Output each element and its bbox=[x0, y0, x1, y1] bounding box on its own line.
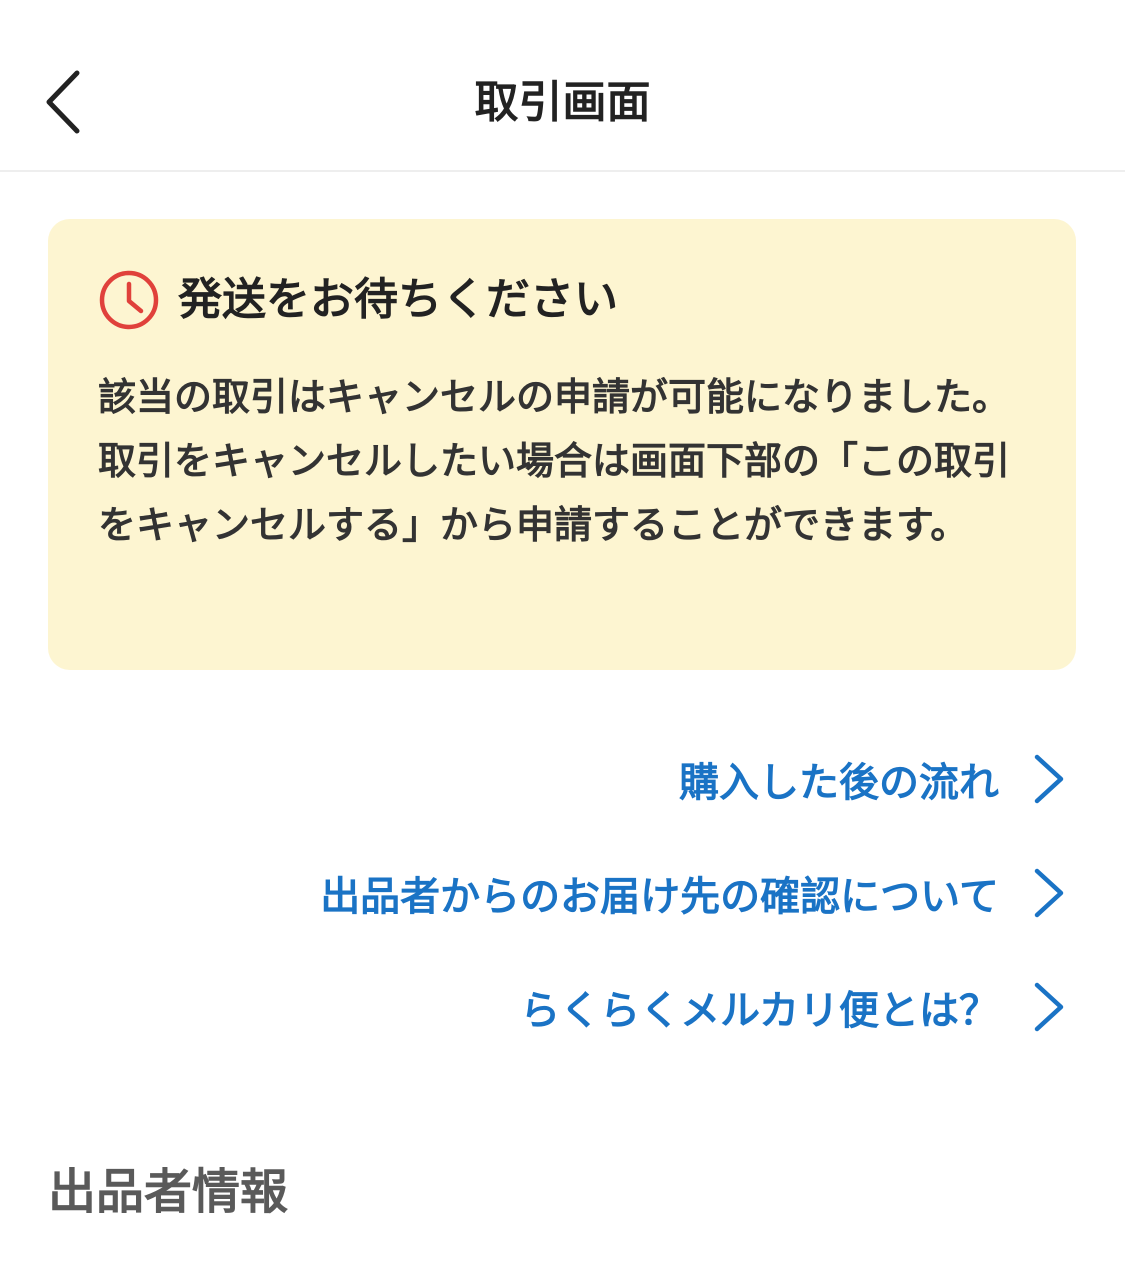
page-title: 取引画面 bbox=[474, 77, 651, 128]
seller-info-heading: 出品者情報 bbox=[48, 1164, 289, 1220]
link-label: 購入した後の流れ bbox=[679, 760, 999, 806]
link-delivery-address-confirmation[interactable]: 出品者からのお届け先の確認について bbox=[67, 836, 1067, 950]
notice-message: 該当の取引はキャンセルの申請が可能になりました。取引をキャンセルしたい場合は画面… bbox=[98, 375, 1011, 547]
chevron-right-icon bbox=[1034, 754, 1064, 804]
chevron-right-icon bbox=[1034, 982, 1064, 1032]
notice-title: 発送をお待ちください bbox=[178, 274, 618, 325]
chevron-right-icon bbox=[1034, 868, 1064, 918]
link-rakuraku-mercari-bin[interactable]: らくらくメルカリ便とは？ bbox=[67, 950, 1067, 1064]
link-purchase-flow[interactable]: 購入した後の流れ bbox=[67, 722, 1067, 836]
navigation-bar: 取引画面 bbox=[0, 0, 1125, 172]
clock-icon bbox=[99, 270, 159, 330]
link-label: らくらくメルカリ便とは？ bbox=[520, 988, 999, 1034]
notice-header: 発送をお待ちください bbox=[98, 269, 618, 331]
link-label: 出品者からのお届け先の確認について bbox=[320, 874, 999, 920]
help-links: 購入した後の流れ 出品者からのお届け先の確認について らくらくメルカリ便とは？ bbox=[67, 722, 1067, 1064]
shipping-notice-card: 発送をお待ちください 該当の取引はキャンセルの申請が可能になりました。取引をキャ… bbox=[48, 219, 1076, 670]
